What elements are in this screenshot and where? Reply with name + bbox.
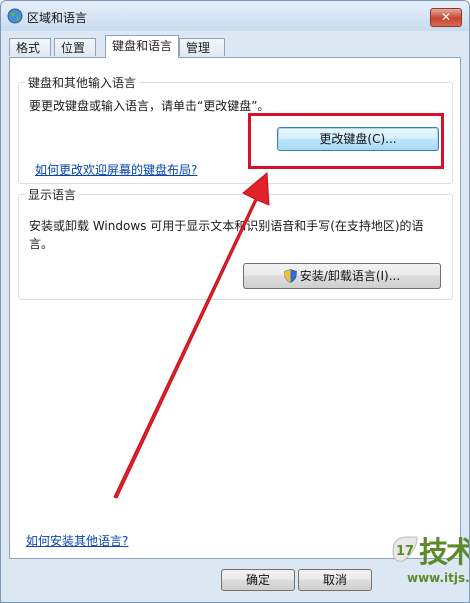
tab-keyboards-languages[interactable]: 键盘和语言 <box>105 35 179 58</box>
annotation-arrow-shape <box>113 171 270 499</box>
watermark-brand: 技术网 <box>419 535 469 569</box>
region-language-dialog: 区域和语言 ✕ 格式 位置 键盘和语言 管理 键盘和其他输入语言 要更改键盘或输… <box>0 0 470 603</box>
watermark-logo-icon: 17 <box>392 536 418 562</box>
watermark-logo-number: 17 <box>396 544 414 559</box>
watermark-url: www.itjs.cn <box>407 571 470 585</box>
annotation-arrow <box>113 171 270 499</box>
site-watermark: 17 技术网 www.itjs.cn <box>389 527 470 602</box>
